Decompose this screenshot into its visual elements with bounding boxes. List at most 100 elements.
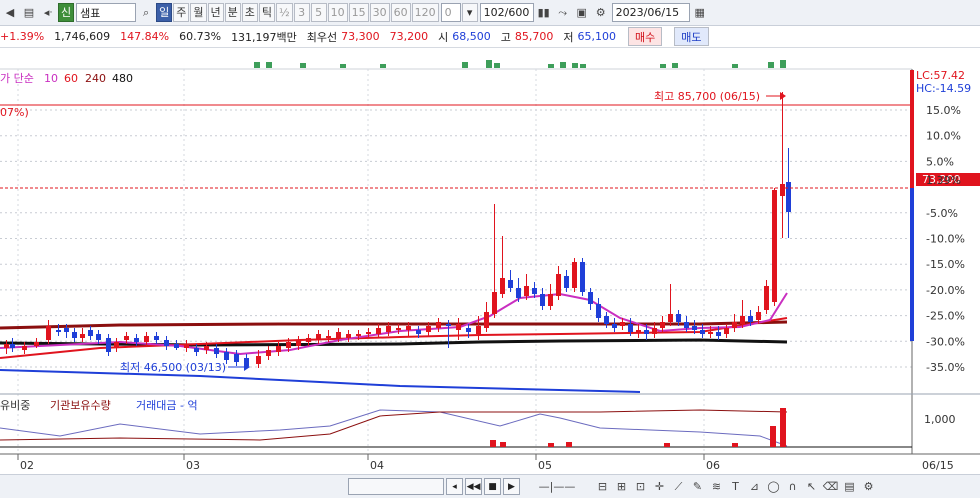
- interval-5[interactable]: 5: [310, 3, 327, 22]
- strip-bar: [580, 64, 586, 68]
- candle-body: [764, 286, 769, 310]
- save-icon[interactable]: ▣: [573, 3, 591, 22]
- count-dropdown[interactable]: ▾: [461, 3, 478, 22]
- sub-bar: [500, 442, 506, 447]
- period-month[interactable]: 월: [190, 3, 207, 22]
- crosshair-icon[interactable]: ✛: [651, 478, 668, 495]
- cursor-icon[interactable]: ↖: [803, 478, 820, 495]
- menu-icon[interactable]: ▤: [20, 3, 38, 22]
- chart-window: ◀ ▤ ◂ᐧ 신 샘표 ⌕ 일 주 월 년 분 초 틱 ½ 3 5 10 15 …: [0, 0, 980, 498]
- range-input[interactable]: 102/600: [479, 3, 534, 22]
- interval-120[interactable]: 120: [411, 3, 439, 22]
- interval-3[interactable]: 3: [293, 3, 310, 22]
- fit-icon[interactable]: ⊡: [632, 478, 649, 495]
- strip-bar: [560, 62, 566, 68]
- candle-body: [416, 330, 421, 334]
- count-input[interactable]: 0: [440, 3, 461, 22]
- scroll-track[interactable]: [348, 478, 444, 495]
- high-price: 85,700: [514, 30, 554, 43]
- interval-30[interactable]: 30: [369, 3, 390, 22]
- config-icon[interactable]: ⚙: [860, 478, 877, 495]
- eraser-icon[interactable]: ⌫: [822, 478, 839, 495]
- period-tick[interactable]: 틱: [258, 3, 275, 22]
- period-minute[interactable]: 분: [224, 3, 241, 22]
- low-price: 65,100: [577, 30, 617, 43]
- strip-bar: [340, 64, 346, 68]
- candle-body: [346, 334, 351, 338]
- candle-body: [296, 340, 301, 346]
- candle-body: [500, 278, 505, 294]
- fibo-icon[interactable]: ≋: [708, 478, 725, 495]
- candle-body: [34, 342, 39, 346]
- sub-bar: [548, 443, 554, 447]
- interval-60[interactable]: 60: [390, 3, 411, 22]
- strip-bar: [494, 63, 500, 68]
- candle-body: [446, 324, 451, 326]
- y-tick-label: -30.0%: [926, 335, 965, 348]
- candle-body: [72, 332, 77, 338]
- sub-legend-0: 유비중: [0, 399, 30, 412]
- y-tick-label: 15.0%: [926, 104, 961, 117]
- interval-10[interactable]: 10: [327, 3, 348, 22]
- period-year[interactable]: 년: [207, 3, 224, 22]
- scroll-left-icon[interactable]: ◂: [446, 478, 463, 495]
- period-second[interactable]: 초: [241, 3, 258, 22]
- y-tick-label: -10.0%: [926, 233, 965, 246]
- candle-settings-icon[interactable]: ▮▮: [535, 3, 553, 22]
- ruler-icon[interactable]: ⊿: [746, 478, 763, 495]
- trendline-icon[interactable]: ⟋: [670, 478, 687, 495]
- zoom-out-icon[interactable]: ⊟: [594, 478, 611, 495]
- high-annotation: 최고 85,700 (06/15): [654, 90, 760, 103]
- axis-up-bar: [910, 70, 914, 188]
- sound-icon[interactable]: ◂ᐧ: [39, 3, 57, 22]
- zoom-slider[interactable]: —|——: [522, 478, 592, 495]
- search-icon[interactable]: ⌕: [137, 3, 155, 22]
- speaker-icon[interactable]: ◀: [1, 3, 19, 22]
- gear-icon[interactable]: ⚙: [592, 3, 610, 22]
- candle-body: [700, 330, 705, 334]
- buy-button[interactable]: 매수: [628, 27, 663, 46]
- candle-body: [644, 330, 649, 334]
- candle-body: [548, 294, 553, 306]
- open-price: 68,500: [452, 30, 491, 43]
- ma-legend-240: 240: [85, 72, 106, 85]
- candle-body: [456, 324, 461, 330]
- date-input[interactable]: 2023/06/15: [611, 3, 690, 22]
- shape-icon[interactable]: ◯: [765, 478, 782, 495]
- period-day[interactable]: 일: [156, 3, 173, 22]
- candle-body: [636, 330, 641, 332]
- line-tool-icon[interactable]: ⤳: [554, 3, 572, 22]
- price-chart[interactable]: 가 단순 10 60 240 480 07%) 최고 85,700 (06/15…: [0, 48, 980, 474]
- candle-body: [96, 334, 101, 340]
- draw-icon[interactable]: ✎: [689, 478, 706, 495]
- layers-icon[interactable]: ▤: [841, 478, 858, 495]
- candle-body: [596, 304, 601, 318]
- candle-body: [306, 338, 311, 342]
- candle-body: [508, 280, 513, 288]
- change-rate: +1.39%: [0, 30, 45, 43]
- interval-15[interactable]: 15: [348, 3, 369, 22]
- rewind-icon[interactable]: ◀◀: [465, 478, 482, 495]
- candle-body: [356, 334, 361, 336]
- text-icon[interactable]: T: [727, 478, 744, 495]
- candle-body: [756, 312, 761, 320]
- zoom-in-icon[interactable]: ⊞: [613, 478, 630, 495]
- low-label: 저: [563, 30, 574, 44]
- y-tick-label: -5.0%: [926, 207, 958, 220]
- period-week[interactable]: 주: [173, 3, 190, 22]
- stop-icon[interactable]: ■: [484, 478, 501, 495]
- sell-button[interactable]: 매도: [674, 27, 709, 46]
- strip-bar: [486, 60, 492, 68]
- magnet-icon[interactable]: ∩: [784, 478, 801, 495]
- stock-name-input[interactable]: 샘표: [76, 3, 137, 22]
- y-tick-label: 1.39%: [926, 174, 961, 187]
- calendar-icon[interactable]: ▦: [691, 3, 709, 22]
- top-toolbar: ◀ ▤ ◂ᐧ 신 샘표 ⌕ 일 주 월 년 분 초 틱 ½ 3 5 10 15 …: [0, 0, 980, 26]
- ma-legend-title: 가 단순: [0, 72, 34, 85]
- candle-body: [604, 316, 609, 324]
- fraction-button[interactable]: ½: [276, 3, 293, 22]
- candle-body: [234, 354, 239, 362]
- candle-body: [22, 346, 27, 350]
- x-tick-label: 06: [706, 459, 720, 472]
- play-icon[interactable]: ▶: [503, 478, 520, 495]
